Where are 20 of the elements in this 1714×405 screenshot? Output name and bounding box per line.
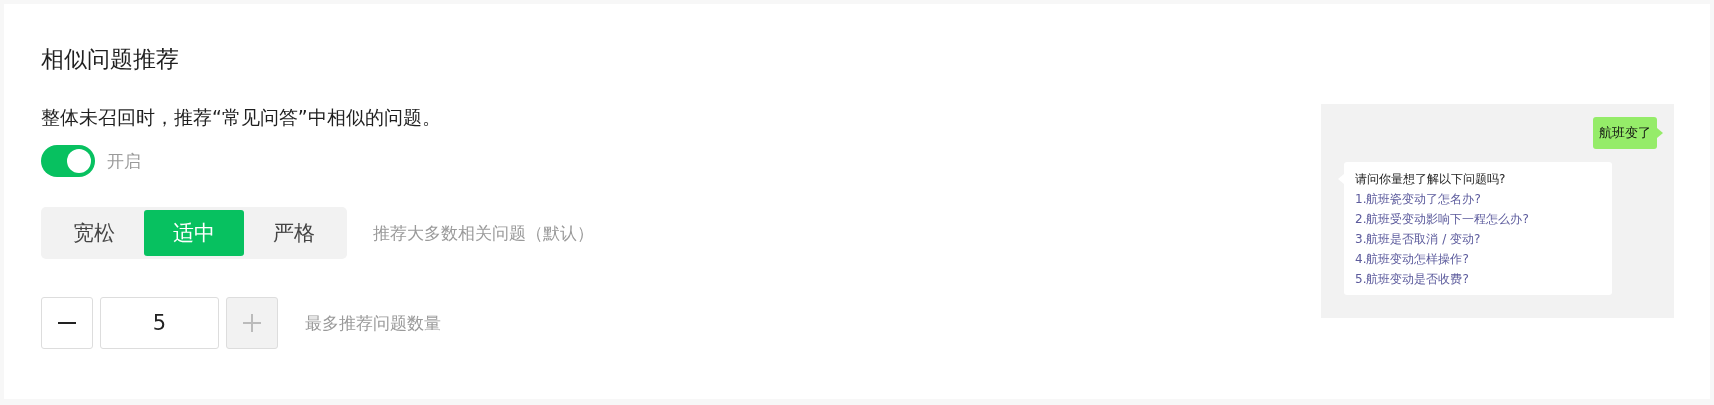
toggle-label: 开启 <box>107 149 141 173</box>
plus-icon <box>243 314 261 332</box>
suggestion-link[interactable]: 4.航班变动怎样操作? <box>1355 249 1600 269</box>
number-input[interactable]: 5 <box>100 297 219 349</box>
suggestion-link[interactable]: 3.航班是否取消 / 变动? <box>1355 229 1600 249</box>
bubble-tail-icon <box>1657 128 1663 138</box>
segment-option[interactable]: 宽松 <box>44 210 144 256</box>
minus-icon <box>58 322 76 324</box>
description-text: 整体未召回时，推荐“常见问答”中相似的问题。 <box>41 105 442 130</box>
section-title: 相似问题推荐 <box>41 45 180 74</box>
suggestion-link[interactable]: 5.航班变动是否收费? <box>1355 269 1600 289</box>
suggestion-link[interactable]: 1.航班瓷变动了怎名办? <box>1355 189 1600 209</box>
stepper-hint: 最多推荐问题数量 <box>305 311 441 335</box>
decrement-button[interactable] <box>41 297 93 349</box>
suggestion-link[interactable]: 2.航班受变动影响下一程怎么办? <box>1355 209 1600 229</box>
strictness-hint: 推荐大多数相关问题（默认） <box>373 221 594 245</box>
bot-prompt: 请问你量想了解以下问题吗? <box>1355 171 1507 188</box>
toggle-switch[interactable] <box>41 145 95 177</box>
segment-option[interactable]: 严格 <box>244 210 344 256</box>
user-message: 航班变了 <box>1593 117 1657 149</box>
